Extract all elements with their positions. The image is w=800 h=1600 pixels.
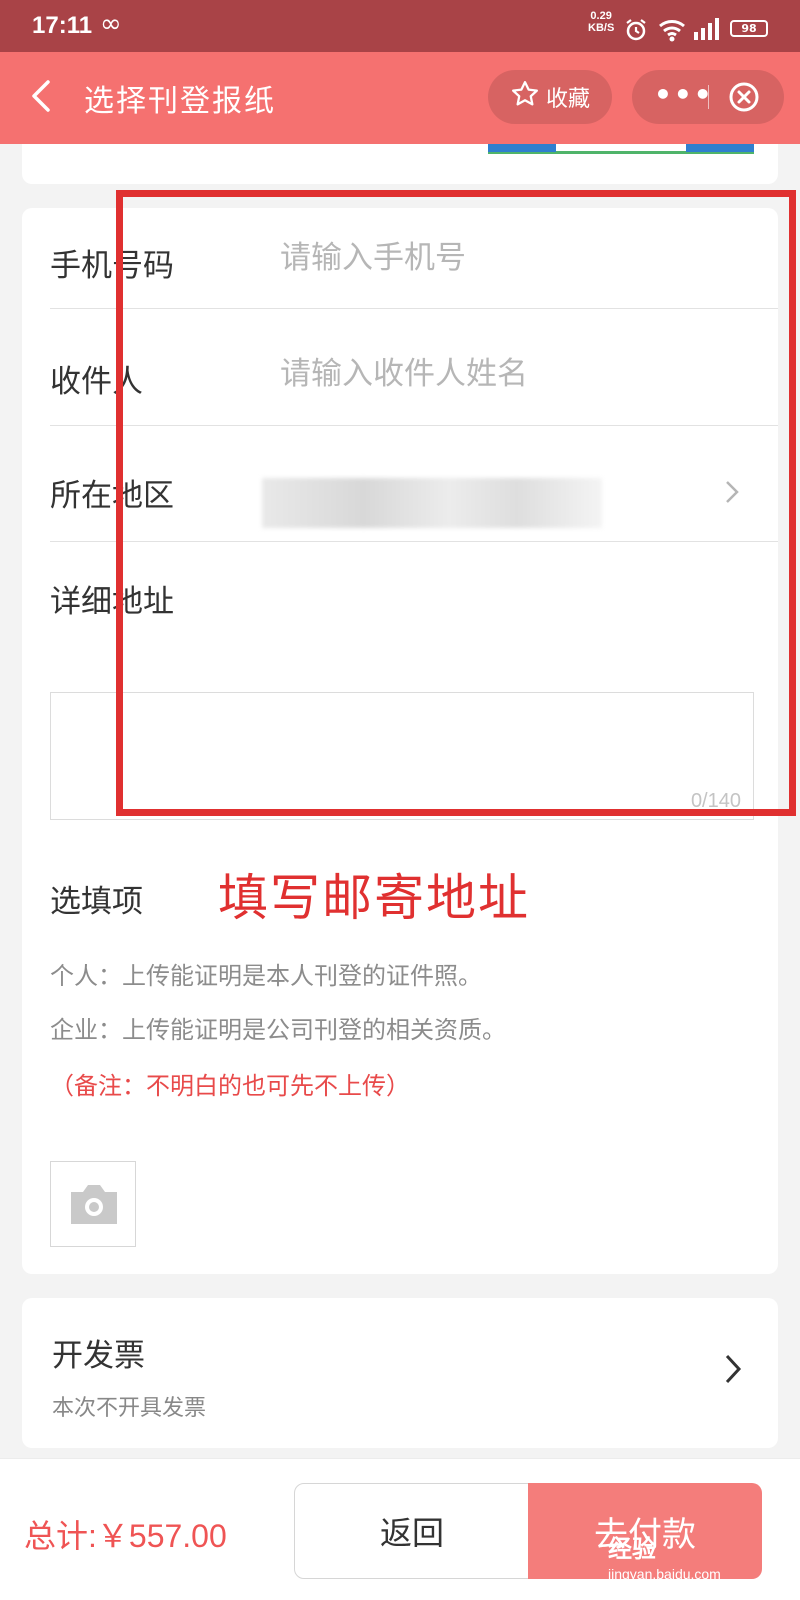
- capsule-divider: [708, 85, 709, 109]
- invoice-card[interactable]: 开发票 本次不开具发票: [22, 1298, 778, 1448]
- annotation-caption: 填写邮寄地址: [218, 869, 530, 927]
- network-speed-unit: KB/S: [588, 22, 615, 34]
- upload-note: （备注：不明白的也可先不上传）: [50, 1072, 410, 1100]
- chevron-right-icon: [722, 1352, 744, 1390]
- previous-card: [22, 144, 778, 184]
- network-speed-value: 0.29: [590, 10, 612, 22]
- star-icon: [510, 79, 540, 115]
- network-speed: 0.29 KB/S: [588, 10, 614, 34]
- favorite-button[interactable]: 收藏: [488, 70, 612, 124]
- more-icon[interactable]: •••: [654, 80, 714, 110]
- wifi-icon: [658, 18, 686, 46]
- optional-label: 选填项: [50, 884, 143, 920]
- hint-company: 企业：上传能证明是公司刊登的相关资质。: [50, 1016, 506, 1044]
- infinity-icon: ∞: [100, 9, 122, 39]
- close-icon[interactable]: [728, 81, 760, 117]
- page-title: 选择刊登报纸: [84, 84, 276, 119]
- total-price: 总计:￥557.00: [24, 1518, 227, 1554]
- watermark: 经验 jingyan.baidu.com: [608, 1529, 721, 1582]
- checkout-bar: 总计:￥557.00 返回 去付款 经验 jingyan.baidu.com: [0, 1458, 800, 1600]
- back-arrow-icon[interactable]: [22, 74, 62, 118]
- watermark-text: 经验: [608, 1536, 656, 1563]
- nav-bar: 选择刊登报纸 收藏 •••: [0, 52, 800, 144]
- alarm-icon: [624, 18, 648, 46]
- capsule-menu: •••: [632, 70, 784, 124]
- status-bar: 17:11 ∞ 0.29 KB/S 98: [0, 0, 800, 52]
- invoice-subtitle: 本次不开具发票: [52, 1396, 207, 1421]
- preview-strip: [488, 144, 754, 154]
- photo-upload-button[interactable]: [50, 1161, 136, 1247]
- hint-personal: 个人：上传能证明是本人刊登的证件照。: [50, 962, 482, 990]
- status-time: 17:11: [32, 12, 93, 39]
- signal-icon: [694, 18, 722, 44]
- battery-icon: 98: [730, 20, 768, 37]
- invoice-title: 开发票: [52, 1338, 145, 1374]
- watermark-url: jingyan.baidu.com: [608, 1566, 721, 1582]
- annotation-highlight-box: [116, 190, 796, 816]
- favorite-label: 收藏: [545, 87, 590, 112]
- return-button[interactable]: 返回: [294, 1483, 530, 1579]
